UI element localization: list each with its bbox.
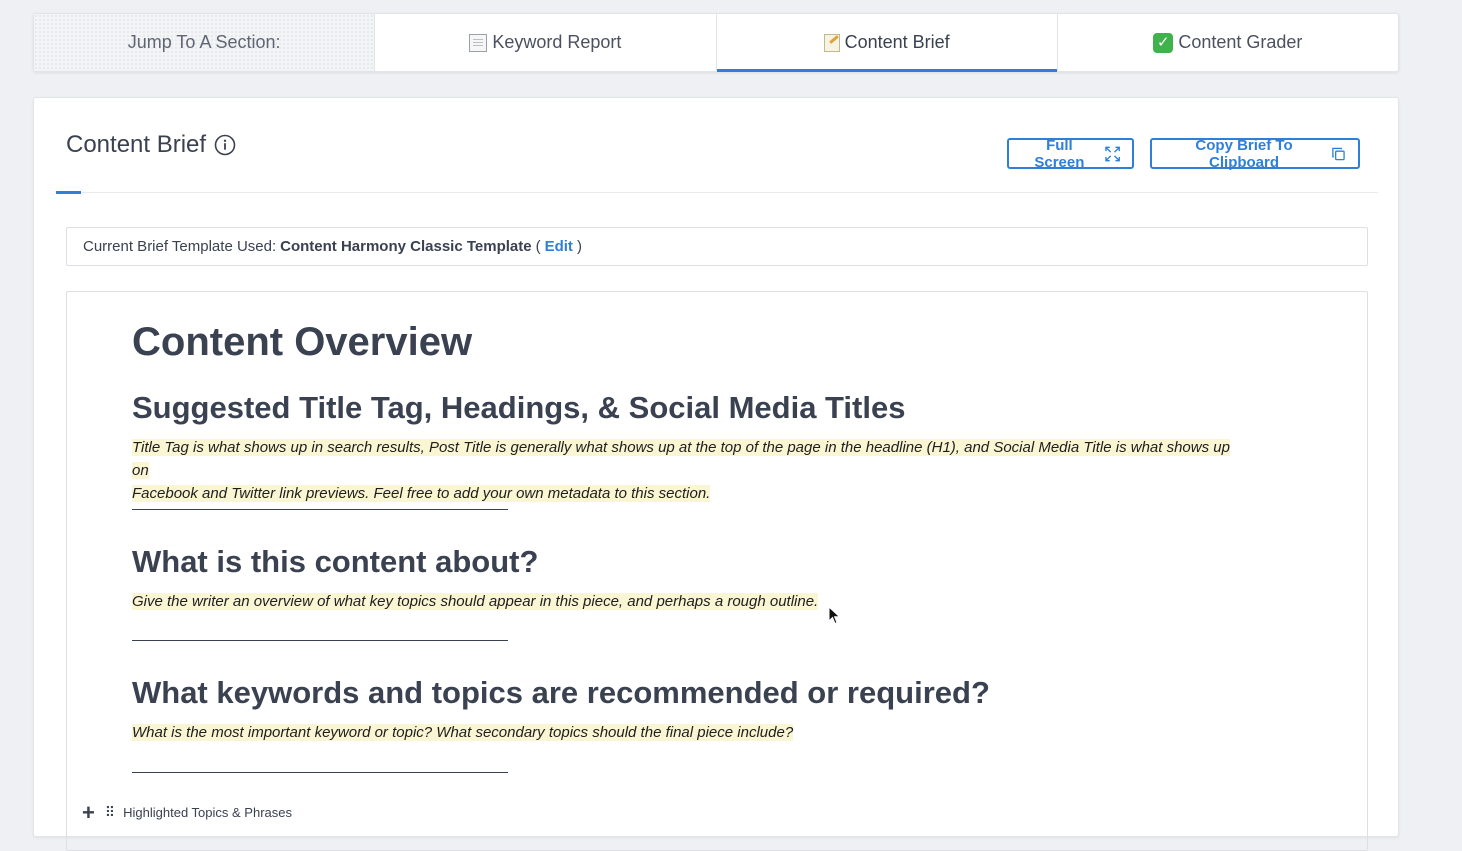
copy-brief-label: Copy Brief To Clipboard bbox=[1195, 136, 1293, 171]
heading-content-overview[interactable]: Content Overview bbox=[132, 320, 472, 365]
title-active-indicator bbox=[56, 191, 81, 194]
hint-keywords-text: What is the most important keyword or to… bbox=[132, 724, 794, 741]
template-close-paren: ) bbox=[576, 238, 582, 255]
section-title-text: Content Brief bbox=[66, 131, 207, 158]
section-divider bbox=[132, 509, 508, 510]
copy-brief-button[interactable]: Copy Brief To Clipboard bbox=[1150, 136, 1360, 171]
template-bar: Current Brief Template Used: Content Har… bbox=[66, 227, 1368, 266]
tab-content-grader[interactable]: ✓ Content Grader bbox=[1058, 14, 1398, 71]
next-block-label: Highlighted Topics & Phrases bbox=[123, 805, 292, 820]
heading-content-about[interactable]: What is this content about? bbox=[132, 544, 538, 580]
template-open-paren: ( bbox=[535, 238, 541, 255]
add-block-icon[interactable]: + bbox=[82, 801, 95, 823]
jump-nav: Jump To A Section: Keyword Report Conten… bbox=[33, 13, 1399, 72]
tab-label: Keyword Report bbox=[492, 32, 622, 52]
hint-keywords[interactable]: What is the most important keyword or to… bbox=[132, 721, 794, 744]
full-screen-label: Full Screen bbox=[1034, 136, 1085, 171]
hint-title-tags-line1: Title Tag is what shows up in search res… bbox=[132, 439, 1230, 479]
heading-title-tags[interactable]: Suggested Title Tag, Headings, & Social … bbox=[132, 390, 905, 426]
expand-icon bbox=[1105, 146, 1120, 161]
check-icon: ✓ bbox=[1153, 32, 1174, 53]
block-toolbar: + ⠿ Highlighted Topics & Phrases bbox=[82, 801, 292, 823]
section-divider bbox=[132, 640, 508, 641]
hint-content-about[interactable]: Give the writer an overview of what key … bbox=[132, 590, 819, 613]
memo-icon bbox=[823, 33, 840, 52]
hint-content-about-text: Give the writer an overview of what key … bbox=[132, 593, 819, 610]
heading-keywords[interactable]: What keywords and topics are recommended… bbox=[132, 675, 990, 711]
info-icon[interactable] bbox=[214, 134, 236, 156]
section-divider bbox=[132, 772, 508, 773]
report-icon bbox=[469, 33, 488, 52]
tab-keyword-report[interactable]: Keyword Report bbox=[375, 14, 717, 71]
title-divider bbox=[56, 192, 1378, 193]
mouse-cursor-icon bbox=[828, 606, 841, 625]
full-screen-button[interactable]: Full Screen bbox=[1007, 136, 1134, 171]
jump-nav-label: Jump To A Section: bbox=[34, 14, 376, 71]
template-name: Content Harmony Classic Template bbox=[280, 238, 532, 255]
template-prefix: Current Brief Template Used: bbox=[83, 238, 277, 255]
tab-label: Content Brief bbox=[844, 32, 950, 52]
brief-editor[interactable]: Content Overview Suggested Title Tag, He… bbox=[66, 291, 1368, 851]
tab-label: Content Grader bbox=[1178, 32, 1303, 52]
edit-template-link[interactable]: Edit bbox=[545, 238, 573, 255]
drag-handle-icon[interactable]: ⠿ bbox=[105, 804, 115, 821]
copy-icon bbox=[1332, 147, 1345, 160]
section-title: Content Brief bbox=[66, 131, 236, 159]
content-brief-card: Content Brief Full Screen Copy Brief To … bbox=[33, 97, 1399, 851]
hint-title-tags[interactable]: Title Tag is what shows up in search res… bbox=[132, 436, 1242, 505]
tab-content-brief[interactable]: Content Brief bbox=[716, 14, 1058, 72]
hint-title-tags-line2: Facebook and Twitter link previews. Feel… bbox=[132, 485, 711, 502]
